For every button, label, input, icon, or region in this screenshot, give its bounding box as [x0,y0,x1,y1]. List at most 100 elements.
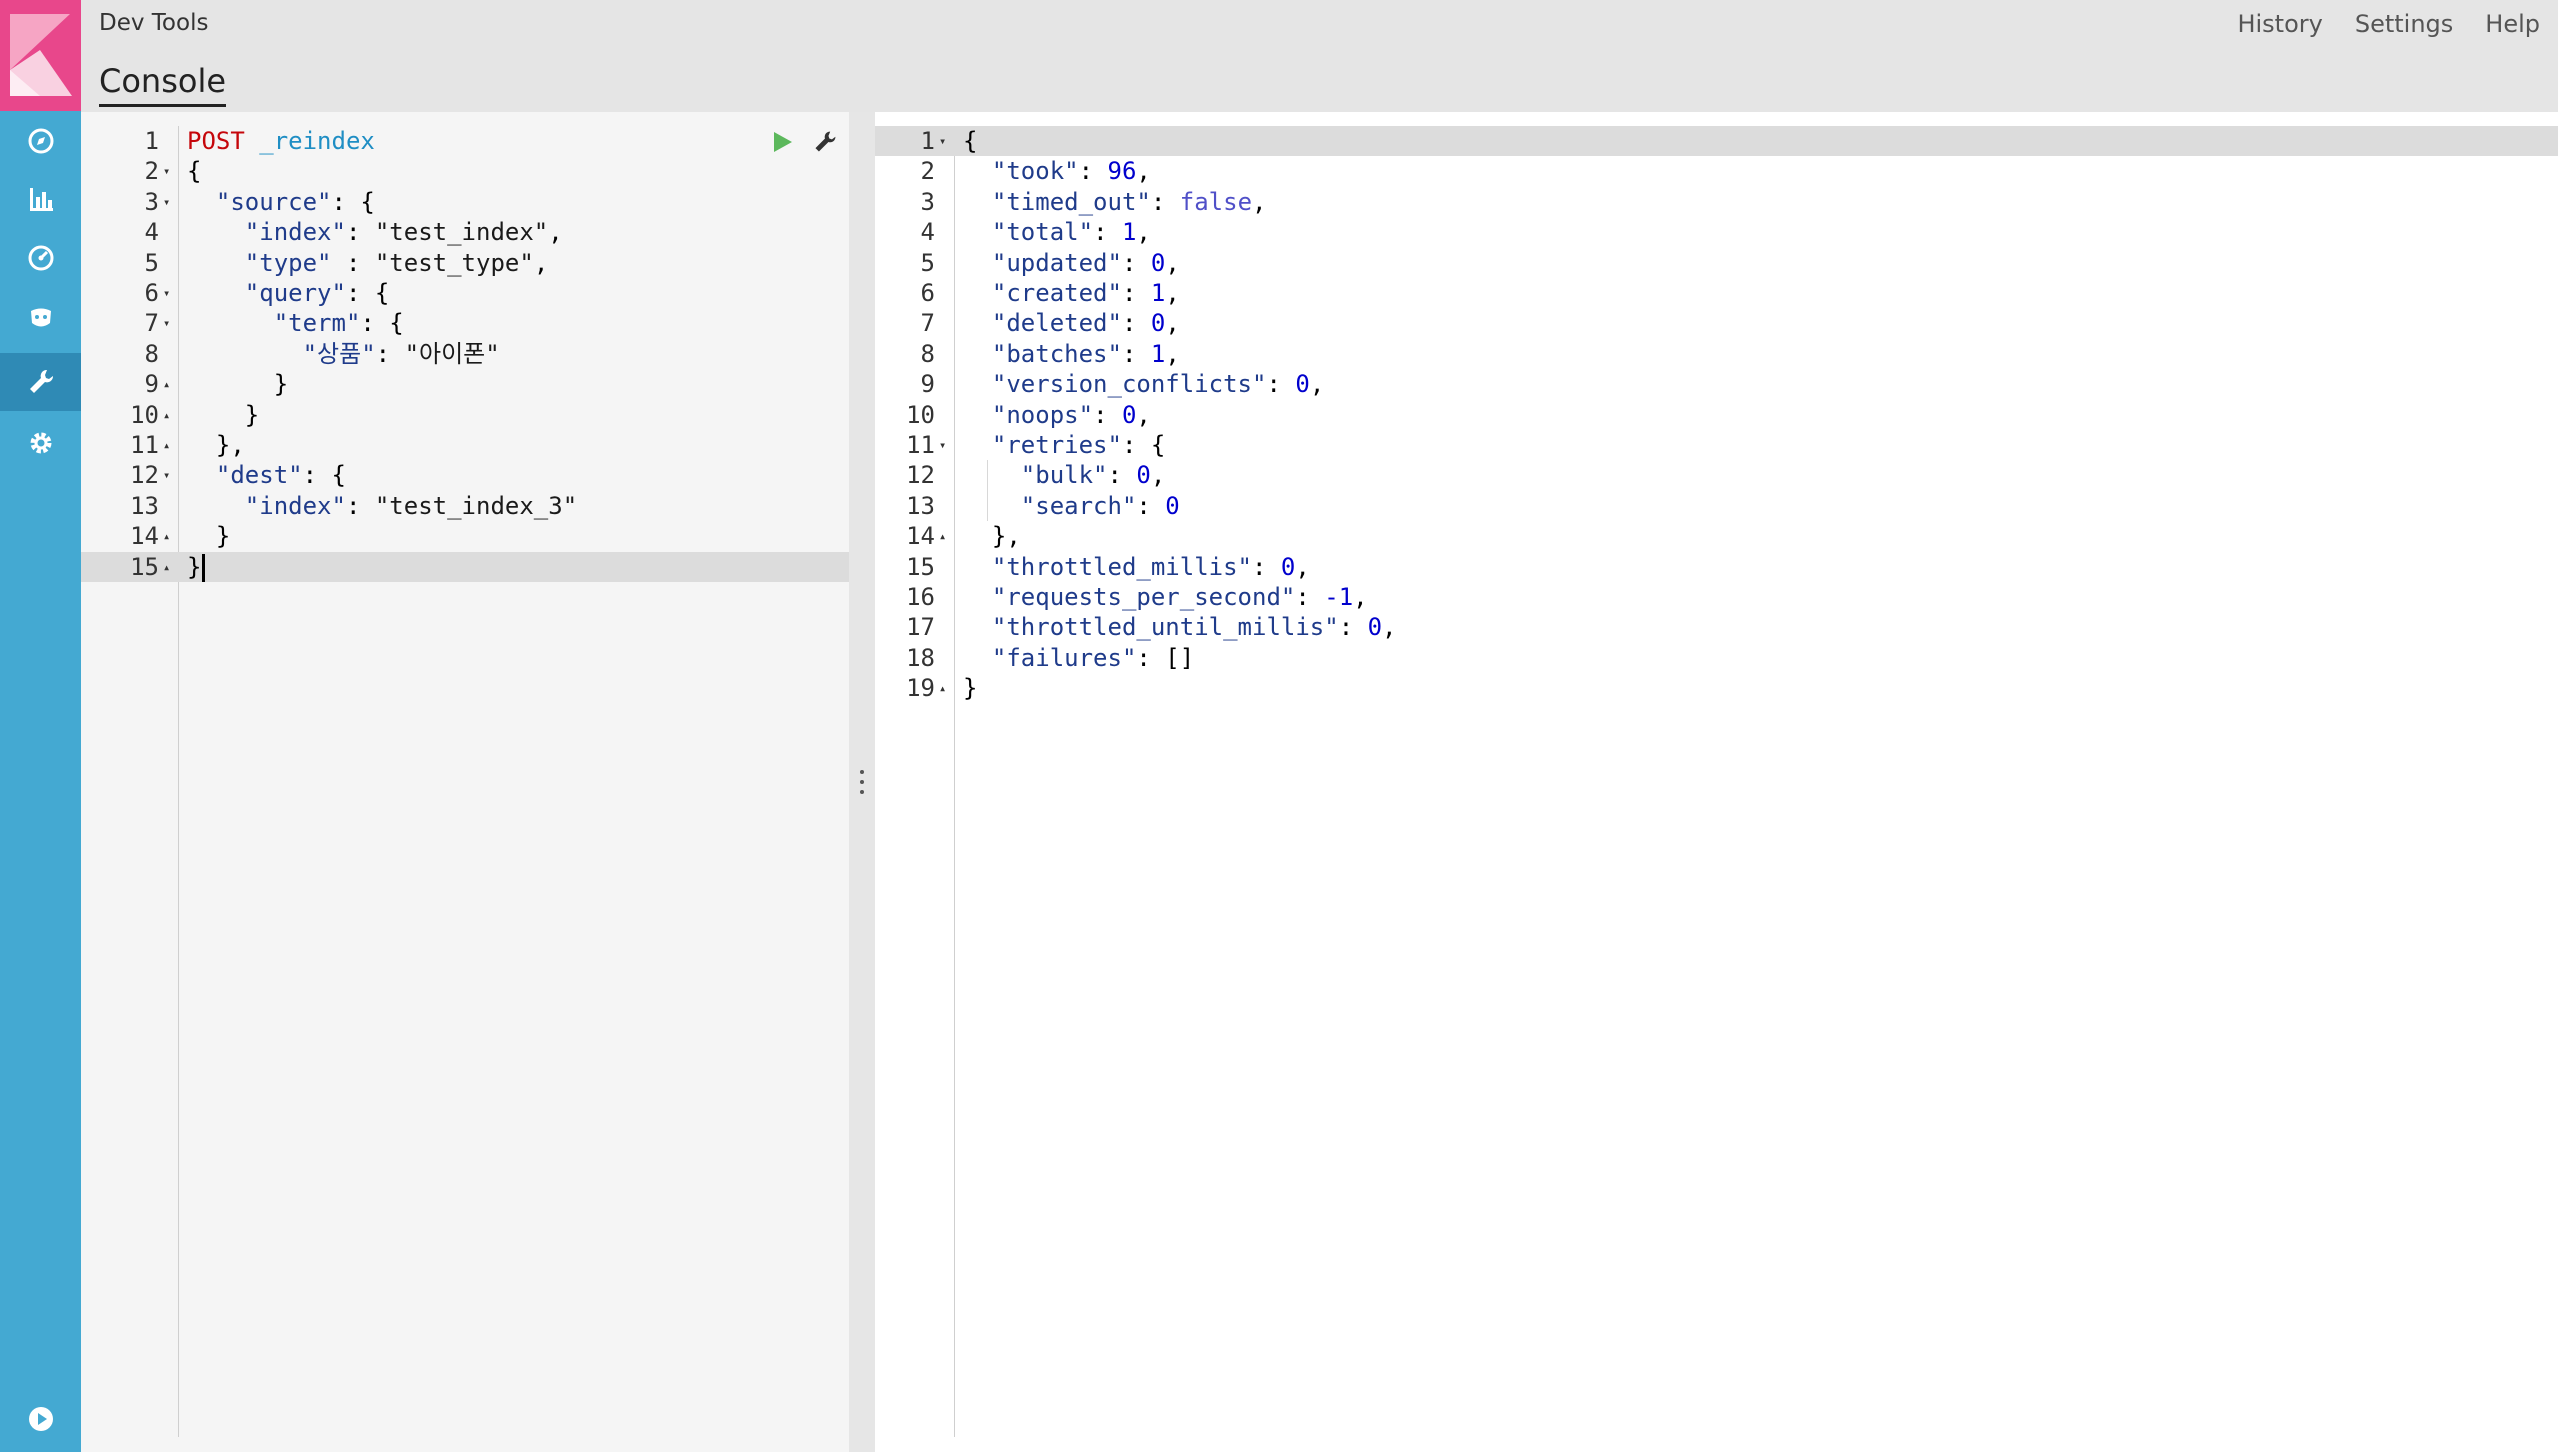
response-line[interactable]: 12 "bulk": 0, [875,460,2558,490]
request-line[interactable]: 5 "type" : "test_type", [81,248,849,278]
help-link[interactable]: Help [2485,10,2540,38]
request-line[interactable]: 11 ▴ }, [81,430,849,460]
request-editor[interactable]: 1 POST _reindex 2 ▾{3 ▾ "source": {4 "index"… [81,112,849,1452]
token-punc [963,644,992,672]
token-punc: : [345,491,375,520]
fold-toggle-icon[interactable]: ▾ [939,430,946,460]
token-key: "throttled_until_millis" [991,613,1339,642]
text-cursor [202,553,206,582]
management-icon[interactable] [0,414,81,472]
response-line[interactable]: 16 "requests_per_second": -1, [875,582,2558,612]
token-key: "source" [215,187,332,216]
code-text: "type" : "test_type", [187,248,548,278]
fold-toggle-icon[interactable]: ▴ [163,400,170,430]
divider-handle-icon[interactable] [859,770,865,794]
response-line[interactable]: 14 ▴ }, [875,521,2558,551]
kibana-logo[interactable] [0,0,81,111]
fold-toggle-icon[interactable]: ▴ [163,552,170,582]
token-key: "took" [991,157,1079,186]
token-punc: : [1121,339,1151,368]
fold-toggle-icon[interactable]: ▴ [939,673,946,703]
fold-toggle-icon[interactable]: ▾ [163,460,170,490]
line-number: 15 [906,552,935,581]
response-line[interactable]: 3 "timed_out": false, [875,187,2558,217]
token-num: 96 [1107,157,1137,186]
response-line[interactable]: 1 ▾ { [875,126,2558,156]
fold-toggle-icon[interactable]: ▾ [163,187,170,217]
response-line[interactable]: 7 "deleted": 0, [875,308,2558,338]
response-line[interactable]: 11 ▾ "retries": { [875,430,2558,460]
line-number: 6 [144,279,159,307]
devtools-icon[interactable] [0,353,81,411]
dashboard-icon[interactable] [0,229,81,287]
token-punc [245,127,259,155]
visualize-icon[interactable] [0,170,81,228]
settings-link[interactable]: Settings [2355,10,2453,38]
indent-guide [987,460,988,522]
run-icon[interactable] [769,128,797,156]
request-line[interactable]: 2 ▾ { [81,156,849,186]
tab-console[interactable]: Console [99,62,227,107]
fold-toggle-icon[interactable]: ▾ [163,156,170,186]
token-key: "failures" [991,643,1137,672]
token-num: 1 [1150,279,1166,307]
request-line[interactable]: 12 ▾ "dest": { [81,460,849,490]
timelion-icon[interactable] [0,289,81,347]
token-key: "retries" [991,431,1122,459]
fold-toggle-icon[interactable]: ▾ [939,126,946,156]
request-line[interactable]: 8 "상품": "아이폰" [81,339,849,369]
response-line[interactable]: 13 "search": 0 [875,491,2558,521]
response-line[interactable]: 19 ▴} [875,673,2558,703]
history-link[interactable]: History [2237,10,2322,38]
token-punc: , [1165,339,1180,368]
fold-toggle-icon[interactable]: ▴ [163,430,170,460]
token-num: 0 [1121,400,1137,429]
response-line[interactable]: 2 "took": 96, [875,156,2558,186]
response-line[interactable]: 6 "created": 1, [875,278,2558,308]
token-key: "created" [991,279,1122,307]
response-line[interactable]: 15 "throttled_millis": 0, [875,552,2558,582]
fold-toggle-icon[interactable]: ▴ [163,521,170,551]
token-key: "updated" [991,248,1122,277]
request-line[interactable]: 3 ▾ "source": { [81,187,849,217]
request-line[interactable]: 1 POST _reindex [81,126,849,156]
response-line[interactable]: 10 "noops": 0, [875,400,2558,430]
token-punc [963,461,1021,489]
token-punc: , [1353,583,1368,611]
wrench-icon[interactable] [811,128,839,156]
token-num: 0 [1280,552,1296,581]
response-line[interactable]: 8 "batches": 1, [875,339,2558,369]
collapse-icon[interactable] [0,1390,81,1448]
token-punc [963,553,992,581]
response-line[interactable]: 4 "total": 1, [875,217,2558,247]
fold-toggle-icon[interactable]: ▾ [163,308,170,338]
token-punc [963,583,992,611]
token-punc: , [548,218,563,247]
code-text: "failures": [] [963,643,1194,673]
response-line[interactable]: 5 "updated": 0, [875,248,2558,278]
fold-toggle-icon[interactable]: ▴ [939,521,946,551]
token-punc: , [1165,248,1180,277]
fold-toggle-icon[interactable]: ▾ [163,278,170,308]
response-line[interactable]: 9 "version_conflicts": 0, [875,369,2558,399]
discover-icon[interactable] [0,112,81,170]
response-editor[interactable]: 1 ▾{2 "took": 96, 3 "timed_out": false, 4 "… [875,112,2558,1452]
request-line[interactable]: 7 ▾ "term": { [81,308,849,338]
line-number: 8 [920,339,935,368]
code-text: }, [187,430,245,460]
request-line[interactable]: 10 ▴ } [81,400,849,430]
request-line[interactable]: 14 ▴ } [81,521,849,551]
response-line[interactable]: 18 "failures": [] [875,643,2558,673]
request-line[interactable]: 4 "index": "test_index", [81,217,849,247]
request-line[interactable]: 9 ▴ } [81,369,849,399]
token-punc: : [1121,279,1151,307]
request-line[interactable]: 13 "index": "test_index_3" [81,491,849,521]
request-line[interactable]: 6 ▾ "query": { [81,278,849,308]
response-line[interactable]: 17 "throttled_until_millis": 0, [875,612,2558,642]
line-number: 6 [920,279,935,307]
token-key: "index" [244,218,346,247]
fold-toggle-icon[interactable]: ▴ [163,369,170,399]
token-key: "query" [244,279,346,307]
request-line[interactable]: 15 ▴} [81,551,849,582]
line-number: 11 [906,431,935,459]
